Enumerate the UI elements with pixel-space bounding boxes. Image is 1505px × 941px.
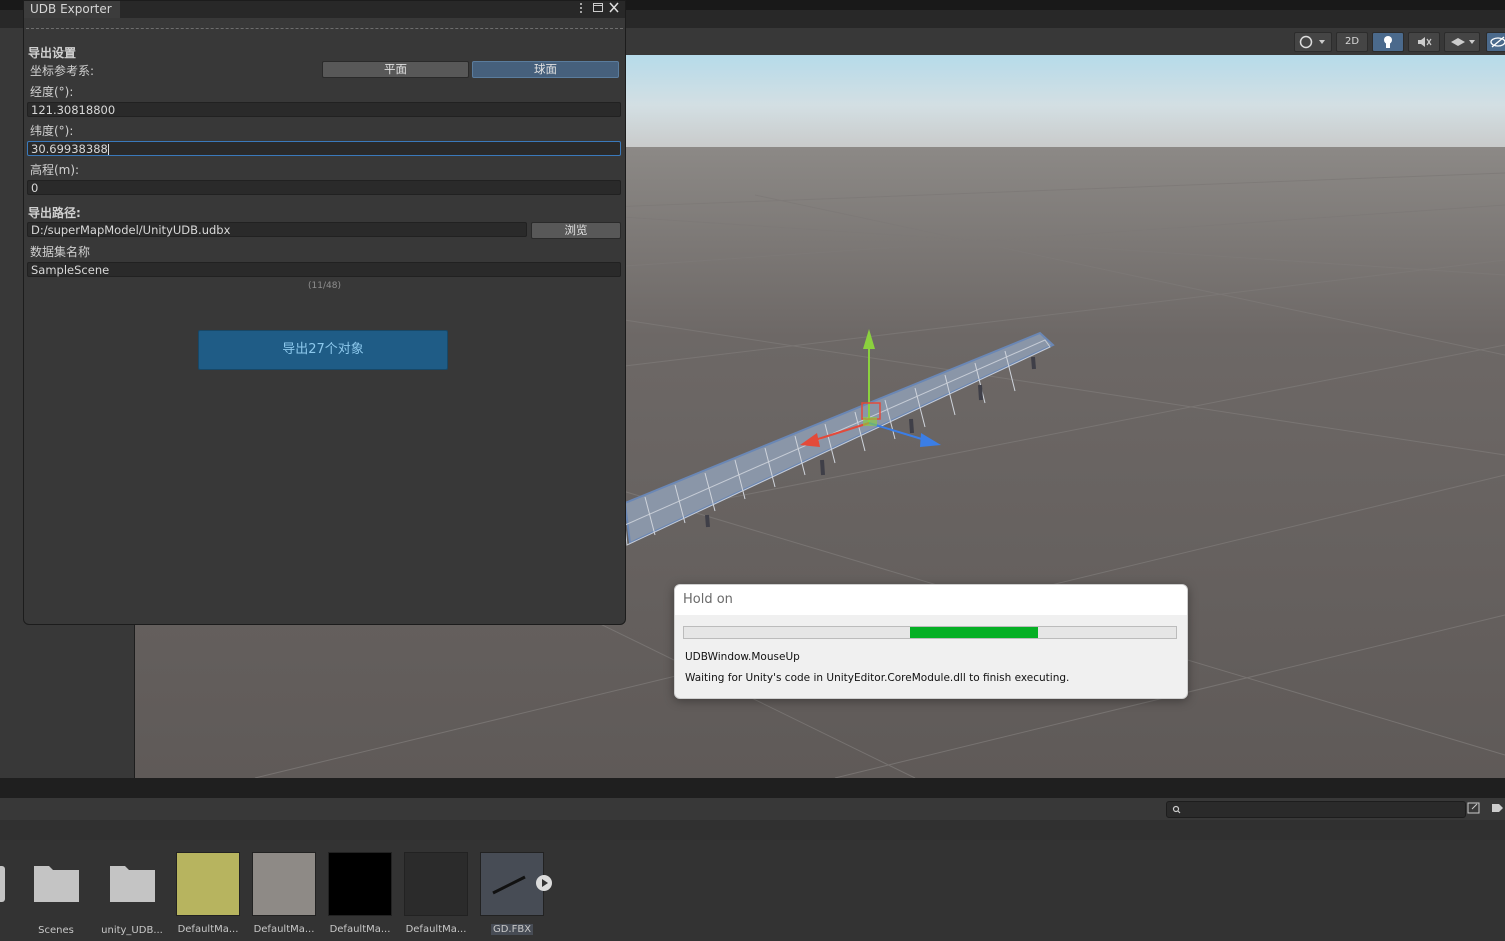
play-arrow-icon	[542, 879, 548, 887]
effects-toggle-button[interactable]	[1444, 32, 1480, 52]
asset-label: DefaultMa...	[329, 924, 391, 935]
lightbulb-icon	[1384, 36, 1392, 48]
scene-toolbar: 2D	[624, 28, 1505, 56]
model-preview-icon	[492, 875, 526, 895]
longitude-field[interactable]: 121.30818800	[27, 102, 621, 117]
asset-material-2[interactable]: DefaultMa...	[252, 852, 316, 935]
hold-on-dialog: Hold on UDBWindow.MouseUp Waiting for Un…	[674, 584, 1188, 699]
shading-mode-button[interactable]	[1294, 32, 1332, 52]
latitude-field[interactable]: 30.69938388	[27, 141, 621, 156]
search-icon	[1172, 805, 1181, 814]
coord-option-plane[interactable]: 平面	[322, 61, 469, 78]
more-options-button[interactable]	[576, 1, 586, 16]
asset-label: Scenes	[38, 925, 74, 936]
2d-toggle-button[interactable]: 2D	[1336, 32, 1368, 52]
visibility-toggle-button[interactable]	[1486, 32, 1505, 52]
browse-button[interactable]: 浏览	[531, 222, 621, 239]
export-settings-heading: 导出设置	[28, 46, 77, 60]
search-by-label-button[interactable]	[1490, 801, 1504, 816]
asset-material-4[interactable]: DefaultMa...	[404, 852, 468, 935]
material-thumbnail	[252, 852, 316, 916]
maximize-icon	[593, 3, 603, 12]
material-thumbnail	[176, 852, 240, 916]
asset-material-1[interactable]: DefaultMa...	[176, 852, 240, 935]
material-thumbnail	[404, 852, 468, 916]
text-cursor	[107, 144, 109, 155]
eye-slash-icon	[1490, 36, 1505, 48]
separator	[26, 28, 623, 29]
material-thumbnail	[328, 852, 392, 916]
folder-partial-icon[interactable]	[0, 866, 5, 902]
lighting-toggle-button[interactable]	[1372, 32, 1404, 52]
elevation-label: 高程(m):	[30, 163, 80, 177]
maximize-button[interactable]	[592, 1, 604, 16]
asset-label: DefaultMa...	[177, 924, 239, 935]
asset-folder-scenes[interactable]: Scenes	[24, 852, 88, 936]
asset-material-3[interactable]: DefaultMa...	[328, 852, 392, 935]
longitude-label: 经度(°):	[30, 85, 74, 99]
latitude-label: 纬度(°):	[30, 124, 74, 138]
window-tab[interactable]: UDB Exporter	[24, 1, 120, 18]
close-icon	[609, 2, 619, 13]
elevation-field[interactable]: 0	[27, 180, 621, 195]
export-objects-button[interactable]: 导出27个对象	[198, 330, 448, 370]
progress-bar-fill	[910, 627, 1038, 638]
asset-label: GD.FBX	[490, 924, 534, 935]
asset-label: unity_UDB...	[101, 925, 163, 936]
character-counter: (11/48)	[308, 281, 341, 291]
kebab-menu-icon	[580, 3, 582, 13]
dialog-message-title: UDBWindow.MouseUp	[685, 651, 800, 663]
close-button[interactable]	[608, 1, 620, 16]
project-breadcrumb-bar	[0, 820, 1505, 840]
export-path-heading: 导出路径:	[28, 206, 81, 220]
progress-bar	[683, 626, 1177, 639]
latitude-value: 30.69938388	[31, 142, 108, 156]
asset-label: DefaultMa...	[253, 924, 315, 935]
dataset-name-label: 数据集名称	[30, 245, 91, 259]
export-path-field[interactable]: D:/superMapModel/UnityUDB.udbx	[27, 222, 527, 237]
udb-exporter-window: UDB Exporter 导出设置 坐标参考系: 平面 球面 经度(°): 12…	[23, 0, 626, 625]
folder-icon	[110, 866, 155, 902]
filter-type-icon	[1467, 802, 1480, 814]
coord-system-label: 坐标参考系:	[30, 64, 95, 78]
shading-sphere-icon	[1299, 35, 1325, 49]
layers-icon	[1451, 38, 1475, 46]
asset-label: DefaultMa...	[405, 924, 467, 935]
folder-icon	[34, 866, 79, 902]
dialog-title: Hold on	[675, 585, 1187, 615]
dialog-message-detail: Waiting for Unity's code in UnityEditor.…	[685, 672, 1070, 684]
asset-folder-unity-udb[interactable]: unity_UDB...	[100, 852, 164, 936]
asset-model-gd-fbx[interactable]: GD.FBX	[480, 852, 544, 938]
audio-toggle-button[interactable]	[1408, 32, 1440, 52]
audio-mute-icon	[1418, 37, 1432, 47]
label-tag-icon	[1492, 804, 1503, 812]
expand-prefab-button[interactable]	[536, 875, 552, 891]
project-panel-header	[0, 778, 1505, 798]
coord-option-sphere[interactable]: 球面	[472, 61, 619, 78]
dataset-name-field[interactable]: SampleScene	[27, 262, 621, 277]
search-by-type-button[interactable]	[1467, 801, 1481, 816]
model-thumbnail	[480, 852, 544, 916]
project-search-input[interactable]	[1166, 801, 1466, 818]
